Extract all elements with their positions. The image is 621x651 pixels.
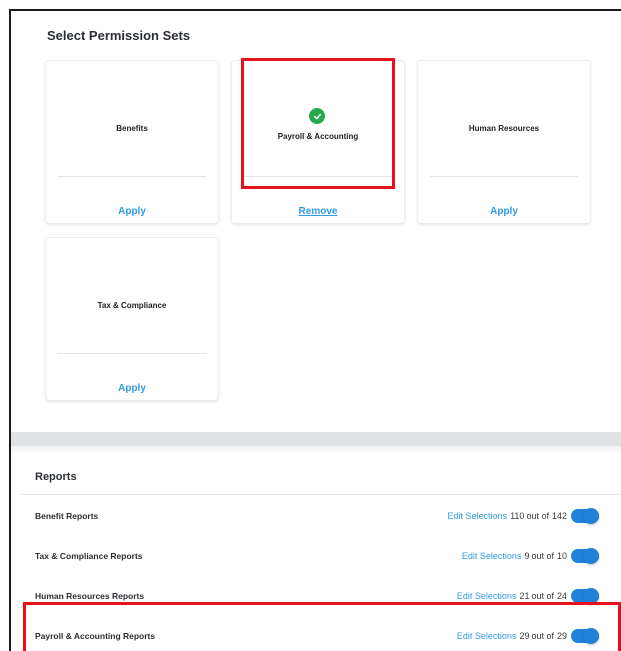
edit-selections-link[interactable]: Edit Selections	[457, 591, 517, 601]
edit-selections-link[interactable]: Edit Selections	[457, 631, 517, 641]
edit-selections-link[interactable]: Edit Selections	[448, 511, 508, 521]
total-count: 24	[556, 591, 567, 601]
card-body: Human Resources	[418, 61, 590, 186]
report-row-label: Tax & Compliance Reports	[35, 551, 143, 561]
selected-count: 9	[524, 551, 530, 561]
toggle-knob	[583, 628, 599, 644]
report-toggle[interactable]	[571, 548, 599, 564]
card-divider	[244, 176, 392, 177]
apply-button-benefits[interactable]: Apply	[46, 206, 218, 217]
report-row-controls: Edit Selections 110 out of 142	[448, 508, 599, 524]
report-toggle[interactable]	[571, 588, 599, 604]
card-body: Benefits	[46, 61, 218, 186]
out-of-text: out of	[531, 591, 554, 601]
permission-card-tax-compliance[interactable]: Tax & Compliance Apply	[46, 238, 218, 400]
permissions-panel: Select Permission Sets Benefits Apply Pa…	[9, 9, 621, 651]
permission-card-human-resources[interactable]: Human Resources Apply	[418, 61, 590, 223]
card-label: Benefits	[116, 124, 148, 133]
permission-card-benefits[interactable]: Benefits Apply	[46, 61, 218, 223]
report-row-benefit: Benefit Reports Edit Selections 110 out …	[11, 507, 621, 529]
total-count: 10	[556, 551, 567, 561]
report-row-label: Benefit Reports	[35, 511, 99, 521]
toggle-knob	[583, 588, 599, 604]
out-of-text: out of	[531, 551, 554, 561]
report-toggle[interactable]	[571, 508, 599, 524]
report-row-label: Human Resources Reports	[35, 591, 145, 601]
total-count: 29	[556, 631, 567, 641]
card-divider	[430, 176, 578, 177]
check-circle-icon	[309, 108, 325, 124]
selected-count: 21	[519, 591, 530, 601]
report-toggle[interactable]	[571, 628, 599, 644]
total-count: 142	[551, 511, 567, 521]
permission-sets-title: Select Permission Sets	[47, 28, 191, 43]
card-body: Payroll & Accounting	[232, 61, 404, 186]
card-body: Tax & Compliance	[46, 238, 218, 363]
report-row-human-resources: Human Resources Reports Edit Selections …	[11, 587, 621, 609]
report-row-tax-compliance: Tax & Compliance Reports Edit Selections…	[11, 547, 621, 569]
toggle-knob	[583, 508, 599, 524]
apply-button-human-resources[interactable]: Apply	[418, 206, 590, 217]
separator-shadow	[11, 446, 621, 454]
card-label: Payroll & Accounting	[277, 132, 359, 141]
report-row-label: Payroll & Accounting Reports	[35, 631, 156, 641]
edit-selections-link[interactable]: Edit Selections	[462, 551, 522, 561]
report-row-controls: Edit Selections 9 out of 10	[462, 548, 599, 564]
reports-divider	[21, 494, 621, 495]
report-row-controls: Edit Selections 29 out of 29	[457, 628, 599, 644]
toggle-knob	[583, 548, 599, 564]
apply-button-tax-compliance[interactable]: Apply	[46, 383, 218, 394]
card-label: Human Resources	[468, 124, 540, 133]
selected-count: 29	[519, 631, 530, 641]
card-divider	[58, 176, 206, 177]
report-row-payroll-accounting: Payroll & Accounting Reports Edit Select…	[11, 627, 621, 649]
permission-card-payroll-accounting[interactable]: Payroll & Accounting Remove	[232, 61, 404, 223]
report-row-controls: Edit Selections 21 out of 24	[457, 588, 599, 604]
remove-button-payroll-accounting[interactable]: Remove	[232, 206, 404, 217]
section-separator	[11, 432, 621, 446]
reports-title: Reports	[35, 471, 77, 483]
card-label: Tax & Compliance	[97, 301, 167, 310]
selected-count: 110	[510, 511, 525, 521]
card-divider	[58, 353, 206, 354]
out-of-text: out of	[531, 631, 554, 641]
out-of-text: out of	[526, 511, 549, 521]
